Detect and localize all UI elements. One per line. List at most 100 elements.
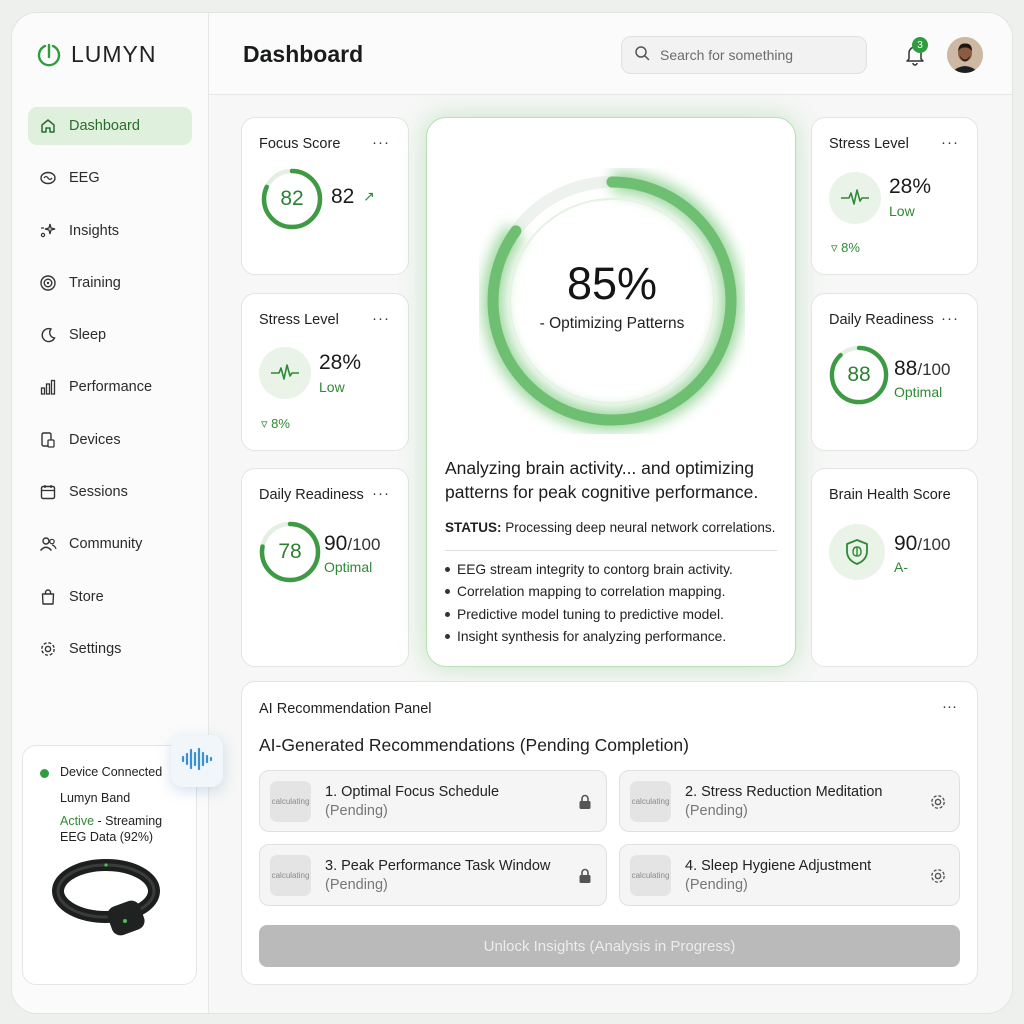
recommendation-item[interactable]: calculating 1. Optimal Focus Schedule (P… [259,770,607,832]
calculating-thumbnail: calculating [630,855,671,896]
panel-title: AI Recommendation Panel [259,701,432,717]
page-title: Dashboard [243,41,364,67]
nav-item-eeg[interactable]: EEG [28,159,192,197]
card-title: Stress Level [259,312,339,328]
recommendation-name: 1. Optimal Focus Schedule [325,784,500,800]
nav-item-training[interactable]: Training [28,264,192,302]
voice-assistant-button[interactable] [171,735,223,787]
heartbeat-icon [829,172,881,224]
analysis-subtitle: - Optimizing Patterns [539,315,685,332]
stress-level-card[interactable]: Stress Level ··· 28% Low ▿ 8% [241,293,409,451]
more-menu-icon[interactable]: ··· [942,698,957,715]
analysis-heading: Analyzing brain activity... and optimizi… [445,458,759,502]
nav-item-sleep[interactable]: Sleep [28,316,192,354]
list-item: EEG stream integrity to contorg brain ac… [445,562,733,577]
recommendation-name: 4. Sleep Hygiene Adjustment [685,858,872,874]
brain-shield-icon [829,524,885,580]
home-icon [39,117,57,135]
sparkle-icon [39,222,57,240]
calculating-thumbnail: calculating [270,781,311,822]
daily-readiness-card-right[interactable]: Daily Readiness ··· 88 88/100 Optimal [811,293,978,451]
card-title: Daily Readiness [259,487,364,503]
gear-icon[interactable] [929,867,947,885]
nav-item-store[interactable]: Store [28,578,192,616]
card-title: Stress Level [829,136,909,152]
nav-item-settings[interactable]: Settings [28,630,192,668]
list-item-text: EEG stream integrity to contorg brain ac… [457,562,733,577]
brain-health-value: 90/100 [894,532,950,556]
stress-value: 28% [319,351,362,374]
recommendation-item[interactable]: calculating 4. Sleep Hygiene Adjustment … [619,844,960,906]
nav-item-insights[interactable]: Insights [28,212,192,250]
readiness-value: 90/100 [324,532,380,556]
more-menu-icon[interactable]: ··· [372,134,390,151]
more-menu-icon[interactable]: ··· [941,134,959,151]
recommendation-state: (Pending) [325,877,388,893]
brain-health-grade: A- [894,559,908,575]
recommendation-item[interactable]: calculating 3. Peak Performance Task Win… [259,844,607,906]
recommendation-state: (Pending) [685,877,748,893]
card-title: Focus Score [259,136,341,152]
focus-score-card[interactable]: Focus Score ··· 82 82 ↗ [241,117,409,275]
readiness-ring-value: 88 [847,363,871,386]
nav-label: Community [69,536,143,553]
readiness-label: Optimal [894,384,943,400]
readiness-score: 88 [894,357,918,380]
nav-item-devices[interactable]: Devices [28,421,192,459]
focus-score-value: 82 [331,185,355,208]
readiness-ring-value: 78 [278,540,302,563]
lock-icon [576,867,594,885]
analysis-percent: 85% [566,258,658,309]
divider [445,550,777,551]
readiness-label: Optimal [324,559,373,575]
waveform-icon [180,747,214,776]
nav-item-community[interactable]: Community [28,525,192,563]
bell-icon [902,46,928,72]
list-item-text: Correlation mapping to correlation mappi… [457,584,726,600]
readiness-value: 88/100 [894,357,950,381]
brain-icon [39,169,57,187]
heartbeat-icon [259,347,311,399]
top-header: Dashboard 3 [209,13,1012,95]
device-status-card[interactable]: Device Connected Lumyn Band Active - Str… [22,745,197,985]
analysis-steps-list: EEG stream integrity to contorg brain ac… [445,562,733,652]
stress-level-card-right[interactable]: Stress Level ··· 28% Low ▿ 8% [811,117,978,275]
calendar-icon [39,483,57,501]
stress-value: 28% [889,175,932,198]
nav-item-dashboard[interactable]: Dashboard [28,107,192,145]
device-stream-status: Active - Streaming EEG Data (92%) [60,813,180,845]
unlock-insights-button[interactable]: Unlock Insights (Analysis in Progress) [259,925,960,967]
status-label: STATUS: [445,520,502,535]
nav-item-performance[interactable]: Performance [28,368,192,406]
analysis-status: STATUS: Processing deep neural network c… [445,520,775,535]
brain-health-card[interactable]: Brain Health Score 90/100 A- [811,468,978,667]
calculating-thumbnail: calculating [270,855,311,896]
nav-label: Settings [69,640,122,657]
moon-icon [39,326,57,344]
nav-label: Sessions [69,484,128,501]
gear-icon[interactable] [929,793,947,811]
more-menu-icon[interactable]: ··· [941,310,959,327]
nav-label: EEG [69,170,100,187]
stress-label: Low [889,203,915,219]
recommendation-item[interactable]: calculating 2. Stress Reduction Meditati… [619,770,960,832]
list-item-text: Predictive model tuning to predictive mo… [457,606,724,622]
logo[interactable]: LUMYN [36,41,157,68]
more-menu-icon[interactable]: ··· [372,485,390,502]
stress-trend: ▿ 8% [261,416,290,432]
more-menu-icon[interactable]: ··· [372,310,390,327]
search-input[interactable] [660,47,850,63]
main-nav: Dashboard EEG Insights Training Sleep Pe… [28,107,192,682]
daily-readiness-card[interactable]: Daily Readiness ··· 78 90/100 Optimal [241,468,409,667]
user-avatar[interactable] [947,37,983,73]
recommendation-state: (Pending) [685,803,748,819]
nav-label: Insights [69,222,119,239]
device-connected-label: Device Connected [60,765,163,779]
stress-trend-value: 8% [841,240,860,255]
list-item: Correlation mapping to correlation mappi… [445,584,733,599]
search-box[interactable] [621,36,867,74]
stress-trend: ▿ 8% [831,240,860,256]
stress-trend-value: 8% [271,416,290,431]
nav-item-sessions[interactable]: Sessions [28,473,192,511]
trend-down-icon: ▿ [261,416,272,431]
